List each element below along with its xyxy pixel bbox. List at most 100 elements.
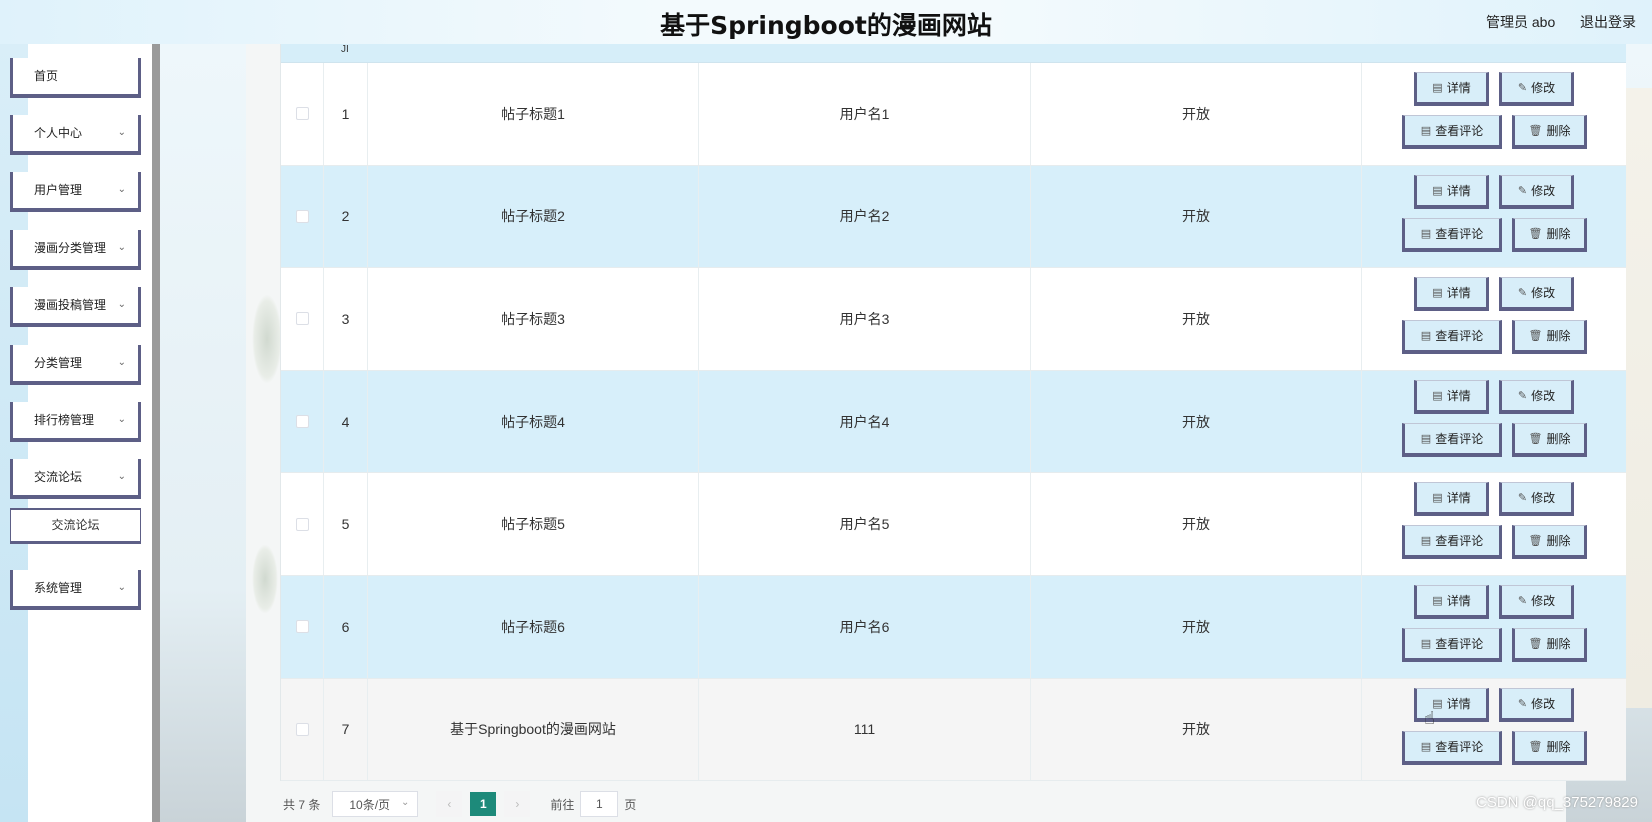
edit-button[interactable]: ✎ 修改 [1499,277,1574,312]
edit-button-label: 修改 [1531,81,1556,95]
forum-table: JI 1 帖子标题1 用户名1 开放 ▤ 详情 ✎ 修改 ▤ 查看评论 🗑 删除 2 帖子标题2 用户名2 开… [280,44,1627,782]
document-icon: ▤ [1420,637,1432,650]
delete-button-label: 删除 [1546,431,1571,446]
page-suffix: 页 [624,797,637,812]
sidebar-subitem-forum[interactable]: 交流论坛 [10,508,141,544]
prev-page-button[interactable]: ‹ [436,791,463,817]
view-comments-button[interactable]: ▤ 查看评论 [1402,730,1502,765]
delete-button-label: 删除 [1546,636,1571,651]
row-index: 3 [324,268,368,370]
delete-button[interactable]: 🗑 删除 [1512,320,1587,355]
document-icon: ▤ [1432,389,1443,402]
document-icon: ▤ [1432,594,1443,607]
goto-page-field[interactable] [580,791,619,817]
table-row: 7 基于Springboot的漫画网站 111 开放 ▤ 详情 ✎ 修改 ▤ 查看评论 🗑 删除 [281,678,1626,782]
detail-button[interactable]: ▤ 详情 [1414,584,1489,619]
row-checkbox[interactable] [295,415,309,429]
delete-button[interactable]: 🗑 删除 [1512,525,1587,560]
sidebar-item-profile[interactable]: 个人中心 ⌄ [10,115,141,155]
post-status: 开放 [1031,370,1362,473]
sidebar-item-label: 个人中心 [34,126,83,140]
pencil-icon: ✎ [1517,389,1528,402]
edit-button-label: 修改 [1531,286,1556,301]
table-row: 1 帖子标题1 用户名1 开放 ▤ 详情 ✎ 修改 ▤ 查看评论 🗑 删除 [281,63,1626,166]
delete-button[interactable]: 🗑 删除 [1512,627,1587,662]
sidebar-item-users[interactable]: 用户管理 ⌄ [10,172,141,212]
page-number-current[interactable]: 1 [470,792,497,816]
delete-button[interactable]: 🗑 删除 [1512,217,1587,252]
sidebar-item-home[interactable]: 首页 [10,58,141,98]
sidebar-item-categories[interactable]: 分类管理 ⌄ [10,345,141,385]
row-checkbox[interactable] [295,312,309,326]
top-header: 基于Springboot的漫画网站 管理员 abo 退出登录 [0,0,1652,44]
detail-button[interactable]: ▤ 详情 [1414,72,1489,106]
post-title: 帖子标题6 [368,575,699,678]
trash-icon: 🗑 [1528,227,1543,240]
row-actions: ▤ 详情 ✎ 修改 ▤ 查看评论 🗑 删除 [1362,166,1627,268]
view-comments-button[interactable]: ▤ 查看评论 [1402,627,1502,662]
detail-button-label: 详情 [1446,696,1471,711]
chevron-right-icon: › [515,797,520,811]
sidebar-item-system[interactable]: 系统管理 ⌄ [10,570,141,610]
pencil-icon: ✎ [1517,184,1528,197]
delete-button-label: 删除 [1546,124,1571,138]
row-checkbox[interactable] [295,517,309,531]
sidebar-item-label: 交流论坛 [34,470,83,484]
chevron-down-icon: ⌄ [117,127,126,138]
page-size-select[interactable]: 10条/页 ⌄ [332,791,419,817]
chevron-down-icon: ⌄ [117,414,126,425]
chevron-down-icon: ⌄ [117,582,126,593]
sidebar-item-rankings[interactable]: 排行榜管理 ⌄ [10,402,141,442]
chevron-left-icon: ‹ [447,797,452,811]
row-checkbox[interactable] [295,209,309,223]
edit-button[interactable]: ✎ 修改 [1499,174,1574,209]
row-checkbox[interactable] [295,620,309,634]
sidebar-item-label: 用户管理 [34,183,83,197]
chevron-down-icon: ⌄ [400,797,410,808]
edit-button[interactable]: ✎ 修改 [1499,72,1574,106]
post-username: 用户名6 [699,575,1031,678]
sidebar-item-comic-submissions[interactable]: 漫画投稿管理 ⌄ [10,287,141,327]
row-checkbox[interactable] [295,722,309,736]
delete-button[interactable]: 🗑 删除 [1512,422,1587,457]
total-count: 共 7 条 [283,797,321,812]
view-comments-button[interactable]: ▤ 查看评论 [1402,320,1502,355]
decorative-leaf [252,544,278,614]
row-actions: ▤ 详情 ✎ 修改 ▤ 查看评论 🗑 删除 [1362,473,1627,575]
hand-cursor-icon: ☝ [1424,708,1435,728]
goto-page-input[interactable] [581,797,618,811]
row-index: 5 [324,473,368,575]
detail-button[interactable]: ▤ 详情 [1414,174,1489,209]
chevron-down-icon: ⌄ [117,299,126,310]
trash-icon: 🗑 [1528,330,1543,343]
delete-button[interactable]: 🗑 删除 [1512,730,1587,765]
next-page-button[interactable]: › [504,791,531,817]
detail-button-label: 详情 [1446,491,1471,506]
sidebar-item-comic-categories[interactable]: 漫画分类管理 ⌄ [10,230,141,270]
post-title: 帖子标题5 [368,473,699,575]
delete-button[interactable]: 🗑 删除 [1512,115,1587,149]
page-size-value: 10条/页 [349,797,391,812]
header-fragment: JI [341,44,349,55]
pagination: 共 7 条 10条/页 ⌄ ‹ 1 › 前往 页 [283,790,636,818]
edit-button[interactable]: ✎ 修改 [1499,482,1574,517]
detail-button[interactable]: ▤ 详情 [1414,277,1489,312]
logout-link[interactable]: 退出登录 [1580,12,1636,32]
post-status: 开放 [1031,575,1362,678]
view-comments-button[interactable]: ▤ 查看评论 [1402,217,1502,252]
row-checkbox[interactable] [295,107,309,121]
row-index: 6 [324,575,368,678]
edit-button[interactable]: ✎ 修改 [1499,379,1574,414]
post-username: 用户名5 [699,473,1031,575]
edit-button[interactable]: ✎ 修改 [1499,584,1574,619]
decorative-leaf [252,294,282,384]
detail-button[interactable]: ▤ 详情 [1414,379,1489,414]
view-comments-button[interactable]: ▤ 查看评论 [1402,422,1502,457]
detail-button[interactable]: ▤ 详情 [1414,482,1489,517]
view-comments-button[interactable]: ▤ 查看评论 [1402,115,1502,149]
sidebar-item-label: 分类管理 [34,356,83,370]
sidebar-item-forum[interactable]: 交流论坛 ⌄ [10,459,141,499]
view-comments-button[interactable]: ▤ 查看评论 [1402,525,1502,560]
edit-button[interactable]: ✎ 修改 [1499,687,1574,722]
document-icon: ▤ [1420,227,1432,240]
